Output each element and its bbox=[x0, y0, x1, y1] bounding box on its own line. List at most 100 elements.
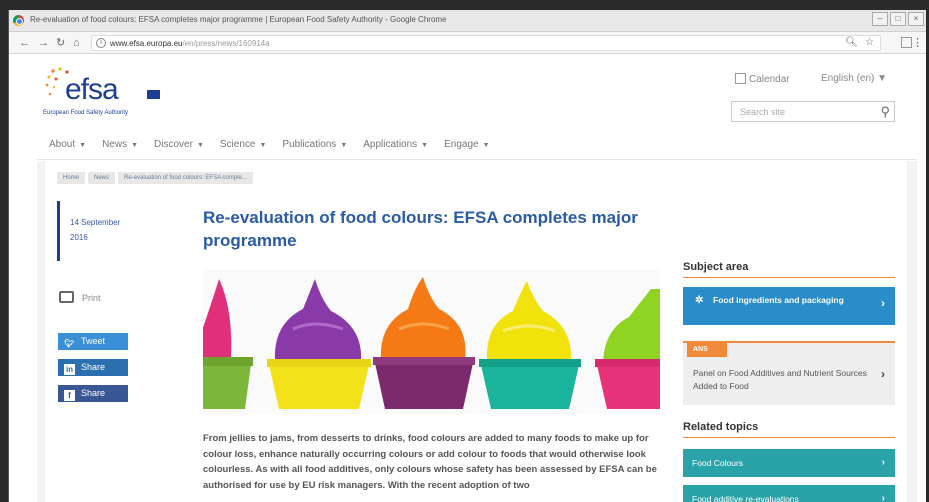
window-title: Re-evaluation of food colours: EFSA comp… bbox=[30, 15, 447, 24]
related-topic-re-evaluations[interactable]: Food additive re-evaluations › bbox=[683, 485, 895, 502]
facebook-icon: f bbox=[64, 390, 75, 401]
language-label: English (en) bbox=[821, 73, 875, 84]
extension-icon[interactable] bbox=[901, 37, 912, 48]
reload-icon[interactable]: ↻ bbox=[56, 36, 65, 50]
panel-tag: ANS bbox=[687, 343, 727, 357]
panel-link[interactable]: ANS Panel on Food Additives and Nutrient… bbox=[683, 341, 895, 405]
web-page: efsa European Food Safety Authority Cale… bbox=[9, 55, 926, 502]
address-bar: ← → ↻ ⌂ i www.efsa.europa.eu/en/press/ne… bbox=[9, 32, 926, 54]
maximize-button[interactable]: □ bbox=[890, 12, 906, 26]
subject-area-link[interactable]: ✲ Food ingredients and packaging › bbox=[683, 287, 895, 325]
search-input[interactable]: Search site bbox=[740, 107, 785, 117]
nav-item-science[interactable]: Science ▼ bbox=[220, 139, 267, 150]
calendar-icon bbox=[735, 73, 746, 84]
logo-subtitle: European Food Safety Authority bbox=[43, 110, 129, 116]
search-icon[interactable]: ⚲ bbox=[880, 104, 890, 120]
subject-area-heading: Subject area bbox=[683, 261, 895, 278]
calendar-link[interactable]: Calendar bbox=[735, 73, 790, 85]
linkedin-icon: in bbox=[64, 364, 75, 375]
related-topic-food-colours[interactable]: Food Colours › bbox=[683, 449, 895, 477]
content-panel: Home News Re-evaluation of food colours:… bbox=[45, 161, 907, 502]
print-label: Print bbox=[82, 293, 101, 303]
linkedin-label: Share bbox=[81, 362, 106, 372]
title-bar: Re-evaluation of food colours: EFSA comp… bbox=[9, 10, 926, 32]
logo-wordmark: efsa bbox=[65, 73, 119, 106]
chevron-right-icon: › bbox=[881, 296, 885, 310]
article-body: From jellies to jams, from desserts to d… bbox=[203, 433, 657, 491]
nav-divider bbox=[37, 159, 917, 160]
print-button[interactable]: Print bbox=[59, 291, 101, 303]
linkedin-share-button[interactable]: in Share bbox=[58, 359, 128, 376]
chevron-down-icon: ▼ bbox=[482, 142, 490, 149]
close-button[interactable]: × bbox=[908, 12, 924, 26]
panel-label: Panel on Food Additives and Nutrient Sou… bbox=[693, 368, 867, 391]
nav-label: Science bbox=[219, 139, 256, 150]
nav-item-publications[interactable]: Publications ▼ bbox=[282, 139, 347, 150]
breadcrumb: Home News Re-evaluation of food colours:… bbox=[57, 172, 253, 184]
language-selector[interactable]: English (en) ▼ bbox=[821, 73, 887, 84]
nav-item-news[interactable]: News ▼ bbox=[102, 139, 138, 150]
related-topics-heading: Related topics bbox=[683, 421, 895, 438]
forward-icon[interactable]: → bbox=[38, 36, 49, 50]
nav-item-discover[interactable]: Discover ▼ bbox=[154, 139, 204, 150]
nav-label: Discover bbox=[154, 139, 193, 150]
zoom-icon[interactable]: 🔍︎ bbox=[845, 37, 858, 48]
chevron-down-icon: ▼ bbox=[259, 142, 267, 149]
chrome-icon bbox=[13, 15, 24, 26]
chevron-right-icon: › bbox=[881, 493, 885, 502]
article-title: Re-evaluation of food colours: EFSA comp… bbox=[203, 208, 638, 250]
back-icon[interactable]: ← bbox=[19, 36, 30, 50]
efsa-logo[interactable]: efsa European Food Safety Authority bbox=[43, 65, 183, 120]
info-icon[interactable]: i bbox=[96, 38, 106, 48]
nav-label: About bbox=[49, 139, 76, 150]
nav-label: Engage bbox=[444, 139, 479, 150]
content-area: Home News Re-evaluation of food colours:… bbox=[37, 161, 917, 502]
twitter-icon: 🐦︎ bbox=[64, 339, 75, 348]
eu-flag-icon bbox=[147, 90, 160, 99]
article-date: 14 September 2016 bbox=[57, 201, 147, 261]
chevron-right-icon: › bbox=[881, 457, 885, 468]
chevron-down-icon: ▼ bbox=[340, 142, 348, 149]
browser-window: Re-evaluation of food colours: EFSA comp… bbox=[8, 10, 926, 502]
minimize-button[interactable]: – bbox=[872, 12, 888, 26]
chrome-menu-icon[interactable]: ⋮ bbox=[912, 36, 923, 49]
tweet-label: Tweet bbox=[81, 336, 106, 346]
site-search[interactable]: Search site ⚲ bbox=[731, 101, 895, 122]
gear-icon: ✲ bbox=[695, 295, 704, 306]
printer-icon bbox=[59, 291, 74, 303]
breadcrumb-current: Re-evaluation of food colours: EFSA comp… bbox=[118, 172, 253, 184]
nav-label: Applications bbox=[363, 139, 418, 150]
breadcrumb-home[interactable]: Home bbox=[57, 172, 86, 184]
main-navigation: About ▼ News ▼ Discover ▼ Science ▼ Publicat… bbox=[49, 139, 490, 150]
chevron-down-icon: ▼ bbox=[421, 142, 429, 149]
sidebar: Subject area ✲ Food ingredients and pack… bbox=[683, 261, 895, 502]
bookmark-star-icon[interactable]: ☆ bbox=[865, 37, 874, 48]
date-day: 14 September bbox=[70, 218, 121, 227]
breadcrumb-news[interactable]: News bbox=[88, 172, 116, 184]
chevron-down-icon: ▼ bbox=[79, 142, 87, 149]
nav-label: Publications bbox=[282, 139, 337, 150]
window-controls: – □ × bbox=[872, 12, 924, 26]
nav-item-engage[interactable]: Engage ▼ bbox=[444, 139, 489, 150]
chevron-right-icon: › bbox=[881, 367, 885, 381]
chevron-down-icon: ▼ bbox=[131, 142, 139, 149]
chevron-down-icon: ▼ bbox=[196, 142, 204, 149]
subject-area-label: Food ingredients and packaging bbox=[713, 295, 844, 305]
date-year: 2016 bbox=[70, 233, 88, 242]
facebook-label: Share bbox=[81, 388, 106, 398]
home-icon[interactable]: ⌂ bbox=[73, 36, 80, 50]
related-topic-label: Food Colours bbox=[692, 458, 744, 468]
cupcakes-image bbox=[203, 269, 660, 414]
nav-label: News bbox=[102, 139, 128, 150]
url-text[interactable]: www.efsa.europa.eu/en/press/news/160914a bbox=[110, 39, 270, 48]
url-host: www.efsa.europa.eu bbox=[110, 39, 183, 48]
dropdown-caret-icon: ▼ bbox=[877, 73, 888, 84]
nav-item-about[interactable]: About ▼ bbox=[49, 139, 86, 150]
calendar-label: Calendar bbox=[749, 74, 790, 85]
tweet-button[interactable]: 🐦︎ Tweet bbox=[58, 333, 128, 350]
facebook-share-button[interactable]: f Share bbox=[58, 385, 128, 402]
url-field[interactable]: i www.efsa.europa.eu/en/press/news/16091… bbox=[91, 35, 881, 51]
related-topic-label: Food additive re-evaluations bbox=[692, 494, 799, 502]
url-path: /en/press/news/160914a bbox=[182, 39, 270, 48]
nav-item-applications[interactable]: Applications ▼ bbox=[363, 139, 428, 150]
